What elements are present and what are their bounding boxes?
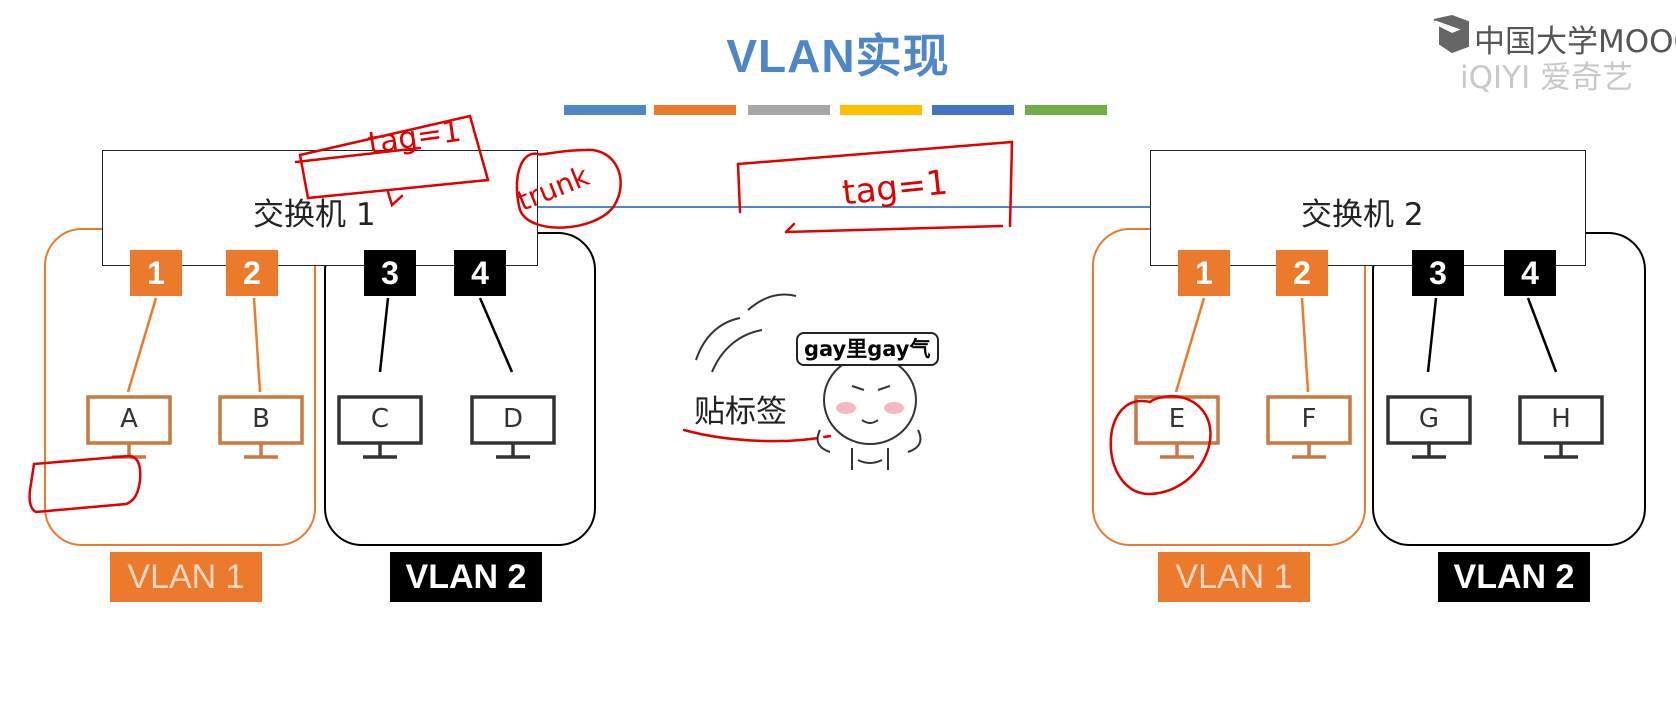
red-annotations <box>28 114 1212 514</box>
host-C-label: C <box>370 404 390 434</box>
host-F-label: F <box>1301 404 1317 434</box>
cable-port4-D <box>478 297 514 373</box>
slide: VLAN实现 中国大学MOOC iQIYI 爱奇艺 交换机 1 1 2 3 4 … <box>0 0 1676 712</box>
switch1-vlan2-tag: VLAN 2 <box>390 552 542 602</box>
host-D-label: D <box>502 404 524 434</box>
switch1-vlan1-tag: VLAN 1 <box>110 552 262 602</box>
cable-port4-H <box>1526 297 1558 373</box>
host-H-label: H <box>1551 404 1571 434</box>
motion-lines-icon <box>695 293 797 373</box>
host-E-label: E <box>1168 404 1186 434</box>
cable-port2-F <box>1300 297 1310 393</box>
switch2-vlan1-tag: VLAN 1 <box>1158 552 1310 602</box>
meme-caption: gay里gay气 <box>796 332 939 366</box>
host-B-label: B <box>252 404 270 434</box>
host-G-label: G <box>1418 404 1440 434</box>
meme-face-icon <box>816 355 922 470</box>
host-A-label: A <box>120 404 138 434</box>
cable-port2-B <box>252 297 262 393</box>
tagging-note: 贴标签 <box>694 394 787 430</box>
cable-port3-G <box>1426 297 1438 373</box>
cable-port1-A <box>126 297 158 393</box>
switch2-vlan2-tag: VLAN 2 <box>1438 552 1590 602</box>
cable-port1-E <box>1174 297 1206 393</box>
cable-port3-C <box>378 297 390 373</box>
